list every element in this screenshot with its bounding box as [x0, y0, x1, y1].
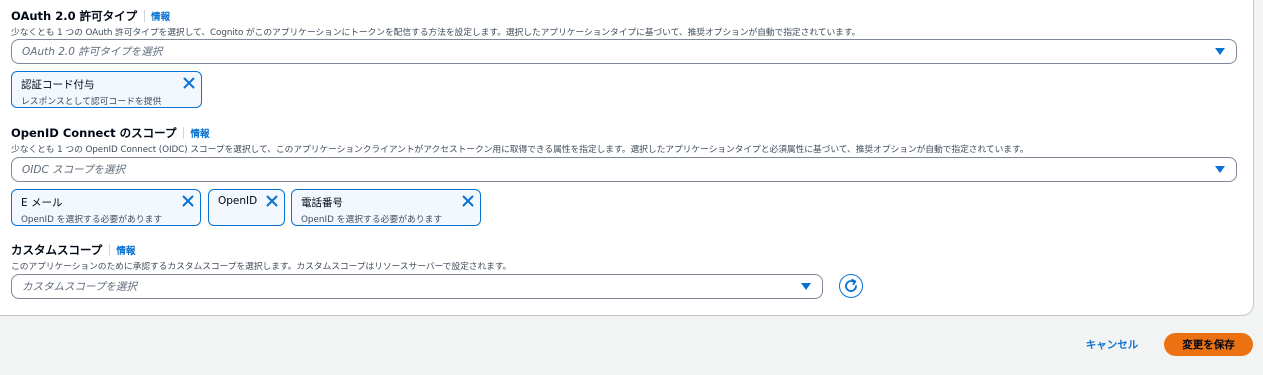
close-icon[interactable] — [266, 195, 278, 207]
oauth-grant-type-select[interactable]: OAuth 2.0 許可タイプを選択 — [11, 39, 1237, 64]
token-openid: OpenID — [208, 189, 285, 226]
custom-scope-description: このアプリケーションのために承認するカスタムスコープを選択します。カスタムスコー… — [11, 262, 512, 272]
close-icon[interactable] — [462, 195, 474, 207]
oidc-scope-description: 少なくとも 1 つの OpenID Connect (OIDC) スコープを選択… — [11, 145, 1029, 155]
token-title: 認証コード付与 — [21, 79, 95, 91]
close-icon[interactable] — [183, 77, 195, 89]
oauth-select-placeholder: OAuth 2.0 許可タイプを選択 — [22, 46, 163, 58]
token-auth-code-grant: 認証コード付与 レスポンスとして認可コードを提供 — [11, 71, 202, 108]
custom-scope-select[interactable]: カスタムスコープを選択 — [11, 274, 823, 299]
oauth-grant-type-section: OAuth 2.0 許可タイプ 情報 少なくとも 1 つの OAuth 許可タイ… — [11, 8, 860, 38]
custom-select-placeholder: カスタムスコープを選択 — [22, 281, 137, 293]
token-subtitle: レスポンスとして認可コードを提供 — [21, 97, 162, 107]
custom-scope-label: カスタムスコープ — [11, 243, 103, 257]
settings-panel: OAuth 2.0 許可タイプ 情報 少なくとも 1 つの OAuth 許可タイ… — [0, 0, 1254, 316]
caret-down-icon — [1215, 166, 1225, 173]
token-phone: 電話番号 OpenID を選択する必要があります — [291, 189, 481, 226]
oauth-info-link[interactable]: 情報 — [151, 9, 170, 23]
token-title: 電話番号 — [301, 197, 343, 209]
label-divider — [183, 127, 185, 139]
close-icon[interactable] — [182, 195, 194, 207]
token-title: E メール — [21, 197, 63, 209]
label-divider — [144, 10, 146, 22]
oidc-select-placeholder: OIDC スコープを選択 — [22, 164, 125, 176]
oauth-grant-type-description: 少なくとも 1 つの OAuth 許可タイプを選択して、Cognito がこのア… — [11, 28, 861, 38]
cancel-button[interactable]: キャンセル — [1080, 332, 1144, 356]
oidc-info-link[interactable]: 情報 — [190, 126, 209, 140]
token-subtitle: OpenID を選択する必要があります — [301, 215, 443, 225]
label-divider — [109, 244, 111, 256]
oidc-scope-select[interactable]: OIDC スコープを選択 — [11, 157, 1237, 182]
custom-scope-section: カスタムスコープ 情報 このアプリケーションのために承認するカスタムスコープを選… — [11, 242, 511, 272]
token-subtitle: OpenID を選択する必要があります — [21, 215, 163, 225]
refresh-icon — [845, 278, 857, 292]
save-changes-button[interactable]: 変更を保存 — [1164, 333, 1253, 356]
caret-down-icon — [801, 283, 811, 290]
refresh-button[interactable] — [839, 274, 863, 298]
caret-down-icon — [1215, 48, 1225, 55]
token-email: E メール OpenID を選択する必要があります — [11, 189, 201, 226]
oidc-scope-section: OpenID Connect のスコープ 情報 少なくとも 1 つの OpenI… — [11, 125, 1029, 155]
custom-info-link[interactable]: 情報 — [116, 243, 135, 257]
oauth-grant-type-label: OAuth 2.0 許可タイプ — [11, 9, 138, 23]
oidc-scope-label: OpenID Connect のスコープ — [11, 126, 177, 140]
